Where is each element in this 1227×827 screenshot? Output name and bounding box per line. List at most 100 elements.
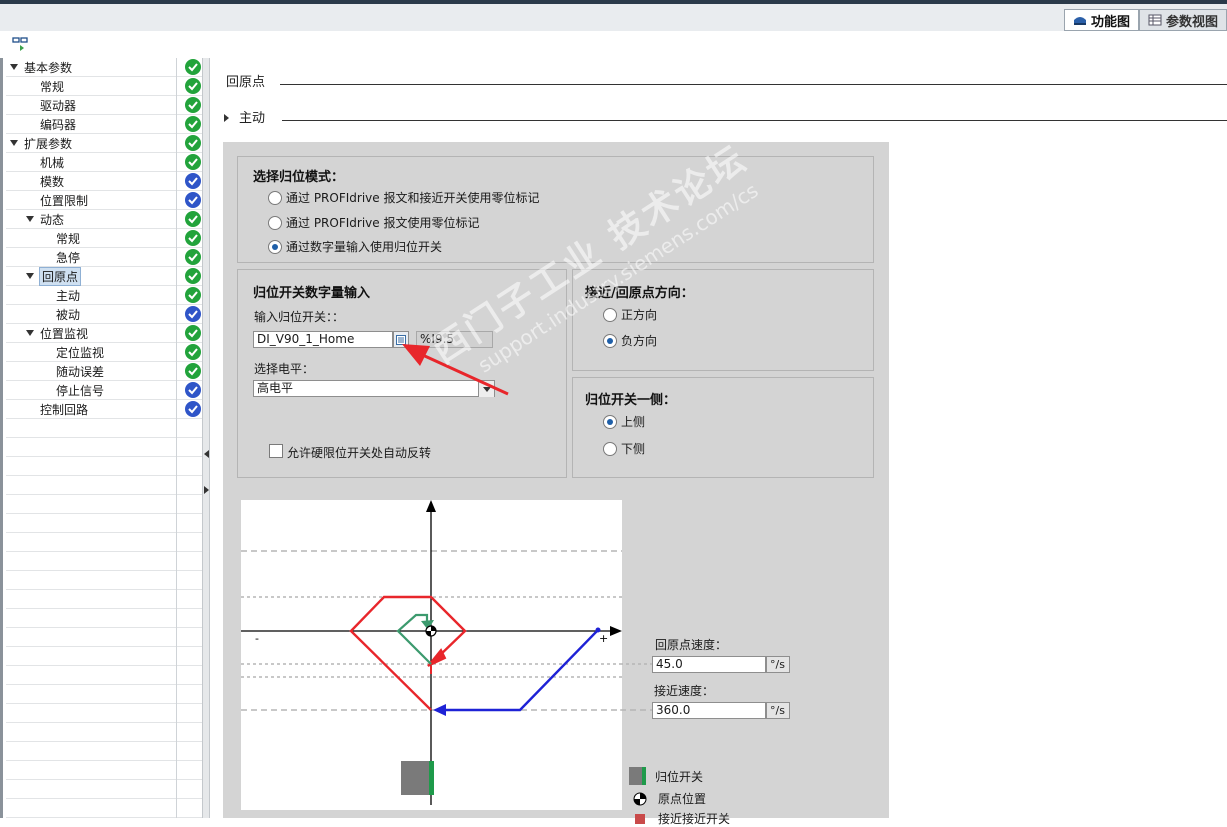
tree-item-label: 位置监视 <box>40 327 89 341</box>
tree-item[interactable]: 回原点 <box>6 267 202 286</box>
auto-reverse-label: 允许硬限位开关处自动反转 <box>287 446 432 460</box>
status-check-icon <box>185 154 201 170</box>
mode-option-digital-input[interactable]: 通过数字量输入使用归位开关 <box>268 238 442 255</box>
blue-motion-path <box>441 629 599 712</box>
status-check-icon <box>185 97 201 113</box>
legend-approach-switch: 接近接近开关 <box>633 810 730 827</box>
tree-item[interactable]: 基本参数 <box>6 58 202 77</box>
status-check-icon <box>185 344 201 360</box>
section-title-rule <box>280 84 1227 85</box>
status-check-icon <box>185 230 201 246</box>
editor-top-bar: 功能图 参数视图 <box>0 0 1227 31</box>
tab-parameter-view[interactable]: 参数视图 <box>1138 9 1227 31</box>
tree-empty-row <box>6 723 202 742</box>
tree-item-label: 机械 <box>40 156 65 170</box>
mode-option-telegram-proximity[interactable]: 通过 PROFIdrive 报文和接近开关使用零位标记 <box>268 189 539 206</box>
homing-diagram-graphic: - + <box>241 500 622 805</box>
tree-item[interactable]: 位置限制 <box>6 191 202 210</box>
tree-item[interactable]: 模数 <box>6 172 202 191</box>
tree-item[interactable]: 急停 <box>6 248 202 267</box>
switch-side-lower-radio[interactable] <box>603 441 617 456</box>
expand-arrow-icon[interactable] <box>26 330 34 336</box>
tree-item[interactable]: 常规 <box>6 77 202 96</box>
left-edge <box>0 58 3 818</box>
approach-speed-input[interactable]: 360.0 <box>652 702 766 719</box>
home-switch-input-title: 归位开关数字量输入 <box>253 286 371 301</box>
subsection-title-label: 主动 <box>239 111 266 126</box>
tree-item[interactable]: 停止信号 <box>6 381 202 400</box>
tree-item-label: 基本参数 <box>24 61 73 75</box>
tree-empty-row <box>6 742 202 761</box>
tree-item[interactable]: 随动误差 <box>6 362 202 381</box>
homing-mode-group: 选择归位模式： 通过 PROFIdrive 报文和接近开关使用零位标记 通过 P… <box>237 156 874 263</box>
tree-item-label: 回原点 <box>38 267 82 286</box>
mode-option-label: 通过 PROFIdrive 报文使用零位标记 <box>286 216 480 230</box>
tree-item[interactable]: 动态 <box>6 210 202 229</box>
position-axis-plus: + <box>599 632 608 645</box>
direction-negative-radio[interactable] <box>603 333 617 348</box>
tree-empty-row <box>6 533 202 552</box>
expand-arrow-icon[interactable] <box>26 216 34 222</box>
tree-item-label: 控制回路 <box>40 403 89 417</box>
tree-item[interactable]: 机械 <box>6 153 202 172</box>
direction-positive-radio[interactable] <box>603 307 617 322</box>
signal-level-label: 选择电平： <box>254 362 315 376</box>
legend-home-switch-label: 归位开关 <box>655 769 704 784</box>
parameter-view-icon <box>1148 14 1162 26</box>
tree-empty-row <box>6 647 202 666</box>
tree-item[interactable]: 常规 <box>6 229 202 248</box>
tree-empty-row <box>6 704 202 723</box>
home-switch-input-field[interactable]: DI_V90_1_Home <box>253 331 393 348</box>
tree-item[interactable]: 编码器 <box>6 115 202 134</box>
tree-item[interactable]: 驱动器 <box>6 96 202 115</box>
homing-speed-input[interactable]: 45.0 <box>652 656 766 673</box>
pane-splitter[interactable] <box>202 58 210 818</box>
switch-side-lower-option[interactable]: 下侧 <box>603 440 645 457</box>
tree-empty-row <box>6 666 202 685</box>
tree-item-label: 常规 <box>56 232 81 246</box>
homing-speed-label: 回原点速度： <box>655 638 728 652</box>
tree-item[interactable]: 定位监视 <box>6 343 202 362</box>
collapse-left-arrow-icon[interactable] <box>204 450 209 458</box>
direction-negative-option[interactable]: 负方向 <box>603 332 657 349</box>
legend-origin-position-label: 原点位置 <box>658 792 707 806</box>
tree-item-label: 停止信号 <box>56 384 105 398</box>
tree-empty-row <box>6 761 202 780</box>
tree-item[interactable]: 被动 <box>6 305 202 324</box>
switch-side-upper-radio[interactable] <box>603 414 617 429</box>
expand-arrow-icon[interactable] <box>26 273 34 279</box>
status-check-icon <box>185 211 201 227</box>
tab-function-view[interactable]: 功能图 <box>1063 9 1139 31</box>
tree-item[interactable]: 控制回路 <box>6 400 202 419</box>
tree-item-label: 随动误差 <box>56 365 105 379</box>
auto-reverse-checkbox[interactable] <box>269 444 283 458</box>
direction-positive-option[interactable]: 正方向 <box>603 306 657 323</box>
subsection-chevron-icon <box>224 114 229 122</box>
tree-item-label: 动态 <box>40 213 65 227</box>
mode-option-radio[interactable] <box>268 190 282 205</box>
tree-item-label: 编码器 <box>40 118 77 132</box>
home-switch-input-label: 输入归位开关：： <box>254 310 345 324</box>
status-check-icon <box>185 249 201 265</box>
mode-option-label: 通过 PROFIdrive 报文和接近开关使用零位标记 <box>286 191 540 205</box>
subsection-title[interactable]: 主动 <box>224 107 265 126</box>
expand-right-arrow-icon[interactable] <box>204 486 209 494</box>
status-check-icon <box>185 173 201 189</box>
signal-level-value: 高电平 <box>257 381 294 395</box>
expand-arrow-icon[interactable] <box>10 64 18 70</box>
switch-side-upper-option[interactable]: 上侧 <box>603 413 645 430</box>
switch-side-lower-label: 下侧 <box>621 442 646 456</box>
mode-option-radio[interactable] <box>268 215 282 230</box>
expand-arrow-icon[interactable] <box>10 140 18 146</box>
tree-item[interactable]: 主动 <box>6 286 202 305</box>
tree-empty-row <box>6 514 202 533</box>
approach-switch-icon <box>635 813 645 824</box>
tree-empty-row <box>6 609 202 628</box>
mode-option-radio[interactable] <box>268 239 282 254</box>
mode-option-telegram[interactable]: 通过 PROFIdrive 报文使用零位标记 <box>268 214 479 231</box>
tree-item[interactable]: 位置监视 <box>6 324 202 343</box>
device-view-icon[interactable] <box>12 35 30 53</box>
tree-item[interactable]: 扩展参数 <box>6 134 202 153</box>
home-switch-block <box>401 761 433 795</box>
tree-empty-row <box>6 495 202 514</box>
